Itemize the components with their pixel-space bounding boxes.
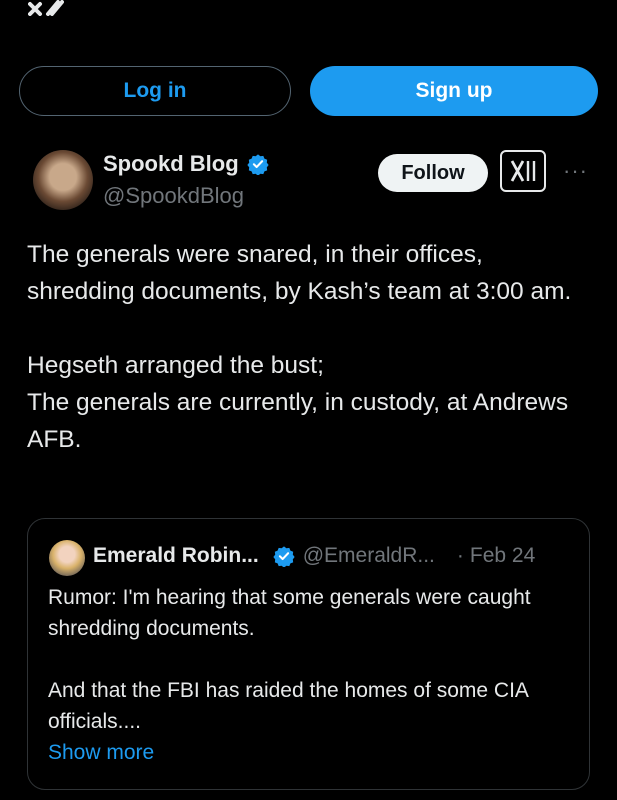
- quote-avatar[interactable]: [49, 540, 85, 576]
- post-text-line: [27, 310, 597, 347]
- signup-button[interactable]: Sign up: [310, 66, 598, 116]
- show-more-link[interactable]: Show more: [48, 741, 154, 764]
- author-name-row: Spookd Blog: [103, 151, 269, 177]
- x-logo-link-icon[interactable]: [500, 150, 546, 192]
- quote-header: Emerald Robin... @EmeraldR... · Feb 24: [93, 544, 535, 568]
- post-text-line: The generals were snared, in their offic…: [27, 241, 572, 305]
- x-logo-icon[interactable]: [28, 0, 64, 16]
- more-options-icon[interactable]: ···: [563, 158, 588, 184]
- quote-text: Rumor: I'm hearing that some generals we…: [48, 582, 578, 768]
- quote-text-line: And that the FBI has raided the homes of…: [48, 679, 528, 733]
- quoted-post[interactable]: Emerald Robin... @EmeraldR... · Feb 24 R…: [27, 518, 590, 790]
- quote-separator: ·: [456, 544, 464, 567]
- verified-badge-icon: [273, 546, 295, 567]
- post-text: The generals were snared, in their offic…: [27, 236, 597, 458]
- author-handle[interactable]: @SpookdBlog: [103, 183, 244, 209]
- quote-author-name[interactable]: Emerald Robin...: [93, 544, 259, 568]
- quote-date[interactable]: Feb 24: [470, 544, 535, 568]
- follow-button[interactable]: Follow: [378, 154, 488, 192]
- quote-text-line: [48, 644, 578, 675]
- author-name[interactable]: Spookd Blog: [103, 151, 239, 177]
- quote-author-handle[interactable]: @EmeraldR...: [303, 544, 435, 568]
- post-text-line: The generals are currently, in custody, …: [27, 389, 569, 453]
- avatar[interactable]: [33, 150, 93, 210]
- x-logo-icon: [510, 160, 536, 182]
- login-button[interactable]: Log in: [19, 66, 291, 116]
- quote-text-line: Rumor: I'm hearing that some generals we…: [48, 586, 531, 640]
- post-text-line: Hegseth arranged the bust;: [27, 352, 324, 379]
- verified-badge-icon: [247, 154, 269, 175]
